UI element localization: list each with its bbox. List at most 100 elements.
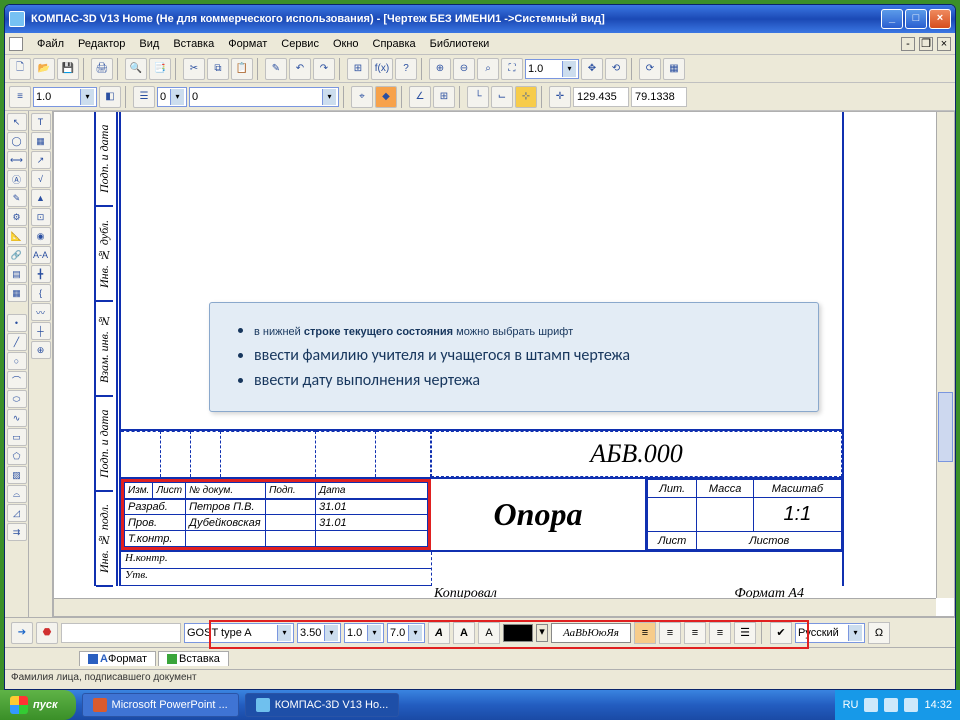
maximize-button[interactable]: □ (905, 9, 927, 29)
part-name[interactable]: Опора (431, 479, 647, 550)
mdi-restore[interactable]: ❐ (919, 37, 933, 51)
undo-icon[interactable]: ↶ (289, 58, 311, 80)
ortho-icon[interactable]: ◆ (375, 86, 397, 108)
system-tray[interactable]: RU 14:32 (835, 690, 960, 720)
title-block[interactable]: АБВ.000 Изм.Лист№ докум.Подп.Дата Разраб… (121, 429, 842, 586)
new-icon[interactable]: 🗋 (9, 58, 31, 80)
base-icon[interactable]: ▲ (31, 189, 51, 207)
vertical-scrollbar[interactable] (936, 112, 954, 598)
close-button[interactable]: × (929, 9, 951, 29)
style-combo[interactable] (61, 623, 181, 643)
tol-icon[interactable]: ⊡ (31, 208, 51, 226)
start-button[interactable]: пуск (0, 690, 76, 720)
menu-edit[interactable]: Редактор (72, 36, 131, 52)
footer-field[interactable]: Утв. (121, 569, 431, 586)
scroll-thumb[interactable] (938, 392, 953, 462)
underline-button[interactable]: A (478, 622, 500, 644)
spec-icon[interactable]: ▤ (7, 265, 27, 283)
arc-icon[interactable]: ⌒ (7, 371, 27, 389)
menu-file[interactable]: Файл (31, 36, 70, 52)
footer-field[interactable]: Н.контр. (121, 552, 431, 569)
bold-button[interactable]: A (453, 622, 475, 644)
menu-libs[interactable]: Библиотеки (424, 36, 496, 52)
brace-icon[interactable]: { (31, 284, 51, 302)
menu-insert[interactable]: Вставка (167, 36, 220, 52)
preview-icon[interactable]: 🔍 (125, 58, 147, 80)
cutline-icon[interactable]: A-A (31, 246, 51, 264)
cut-icon[interactable]: ✂ (183, 58, 205, 80)
mark-icon[interactable]: ◉ (31, 227, 51, 245)
designation-icon[interactable]: Ⓐ (7, 170, 27, 188)
align-left-button[interactable]: ≡ (634, 622, 656, 644)
chamfer-icon[interactable]: ◿ (7, 504, 27, 522)
menu-window[interactable]: Окно (327, 36, 365, 52)
text-icon[interactable]: Т (31, 113, 51, 131)
font-height-combo[interactable]: 7.0▾ (387, 623, 425, 643)
select-icon[interactable]: ↖ (7, 113, 27, 131)
axis-icon[interactable]: ╋ (31, 265, 51, 283)
stop-icon[interactable]: ⬣ (36, 622, 58, 644)
font-combo[interactable]: GOST type A▾ (184, 623, 294, 643)
geometry-icon[interactable]: ◯ (7, 132, 27, 150)
mdi-minimize[interactable]: - (901, 37, 915, 51)
wave-icon[interactable]: 〰 (31, 303, 51, 321)
spline-icon[interactable]: ∿ (7, 409, 27, 427)
cursor-xy-icon[interactable]: ✛ (549, 86, 571, 108)
measure-icon[interactable]: 📐 (7, 227, 27, 245)
save-icon[interactable]: 💾 (57, 58, 79, 80)
hatch-icon[interactable]: ▨ (7, 466, 27, 484)
taskbar-item[interactable]: КОМПАС-3D V13 Ho... (245, 693, 400, 717)
zoom-window-icon[interactable]: ⌕ (477, 58, 499, 80)
leader-icon[interactable]: ↗ (31, 151, 51, 169)
align-justify-button[interactable]: ≡ (709, 622, 731, 644)
part-code[interactable]: АБВ.000 (431, 431, 842, 477)
copy-icon[interactable]: ⧉ (207, 58, 229, 80)
zoom-combo[interactable]: 1.0▾ (525, 59, 579, 79)
scale-combo[interactable]: 1.0▾ (33, 87, 97, 107)
paste-icon[interactable]: 📋 (231, 58, 253, 80)
align-right-button[interactable]: ≡ (684, 622, 706, 644)
edit-icon[interactable]: ✎ (7, 189, 27, 207)
align-center-button[interactable]: ≡ (659, 622, 681, 644)
italic-button[interactable]: A (428, 622, 450, 644)
lang-combo[interactable]: Русский▾ (795, 623, 865, 643)
taskbar-item[interactable]: Microsoft PowerPoint ... (82, 693, 239, 717)
approval-block[interactable]: Изм.Лист№ докум.Подп.Дата Разраб.Петров … (121, 479, 431, 550)
rough-icon[interactable]: √ (31, 170, 51, 188)
tab-insert[interactable]: Вставка (158, 651, 229, 666)
lang-indicator[interactable]: RU (843, 699, 859, 711)
menu-service[interactable]: Сервис (275, 36, 325, 52)
angle-icon[interactable]: ∠ (409, 86, 431, 108)
line-style-icon[interactable]: ≡ (9, 86, 31, 108)
state-icon[interactable]: ◧ (99, 86, 121, 108)
tab-format[interactable]: AФормат (79, 651, 156, 666)
local-cs-icon[interactable]: └ (467, 86, 489, 108)
variables-icon[interactable]: f(x) (371, 58, 393, 80)
param-icon[interactable]: ⚙ (7, 208, 27, 226)
report-icon[interactable]: ▦ (7, 284, 27, 302)
global-cs-icon[interactable]: ⌙ (491, 86, 513, 108)
offset-icon[interactable]: ⇉ (7, 523, 27, 541)
show-all-icon[interactable]: ▦ (663, 58, 685, 80)
rect-icon[interactable]: ▭ (7, 428, 27, 446)
grid-icon[interactable]: ⊞ (433, 86, 455, 108)
menu-format[interactable]: Формат (222, 36, 273, 52)
centerline-icon[interactable]: ┼ (31, 322, 51, 340)
tray-icon[interactable] (884, 698, 898, 712)
fillet-icon[interactable]: ⌓ (7, 485, 27, 503)
layers-icon[interactable]: ☰ (133, 86, 155, 108)
spellcheck-button[interactable]: ✔ (770, 622, 792, 644)
title-right[interactable]: Лит.МассаМасштаб 1:1 ЛистЛистов (647, 479, 842, 550)
drawing-canvas[interactable]: Подп. и дата Инв. № дубл. Взам. инв. № П… (53, 111, 955, 617)
zoom-in-icon[interactable]: ⊕ (429, 58, 451, 80)
circle-icon[interactable]: ○ (7, 352, 27, 370)
apply-icon[interactable]: ➔ (11, 622, 33, 644)
zoom-prev-icon[interactable]: ⟲ (605, 58, 627, 80)
layer-name-combo[interactable]: 0▾ (189, 87, 339, 107)
menu-view[interactable]: Вид (133, 36, 165, 52)
font-size-combo[interactable]: 3.50▾ (297, 623, 341, 643)
menu-help[interactable]: Справка (367, 36, 422, 52)
ellipse-icon[interactable]: ⬭ (7, 390, 27, 408)
dimension-icon[interactable]: ⟷ (7, 151, 27, 169)
point-icon[interactable]: • (7, 314, 27, 332)
